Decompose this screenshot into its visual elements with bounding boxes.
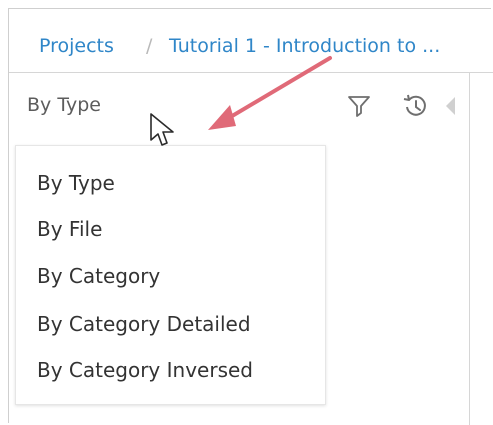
dropdown-item-by-category-detailed[interactable]: By Category Detailed xyxy=(37,312,251,336)
dropdown-item-by-category[interactable]: By Category xyxy=(37,264,160,288)
dropdown-item-by-file[interactable]: By File xyxy=(37,217,102,241)
history-icon[interactable] xyxy=(401,92,431,120)
breadcrumb-separator: / xyxy=(146,35,153,57)
breadcrumb-projects-link[interactable]: Projects xyxy=(39,35,114,57)
annotation-arrow xyxy=(208,56,332,130)
mouse-pointer-icon xyxy=(150,113,174,146)
type-selector[interactable]: By Type xyxy=(27,94,101,116)
type-dropdown-menu: By Type By File By Category By Category … xyxy=(15,145,326,405)
dropdown-item-by-type[interactable]: By Type xyxy=(37,171,115,195)
dropdown-item-by-category-inversed[interactable]: By Category Inversed xyxy=(37,358,253,382)
collapse-arrow-icon[interactable] xyxy=(443,95,457,117)
